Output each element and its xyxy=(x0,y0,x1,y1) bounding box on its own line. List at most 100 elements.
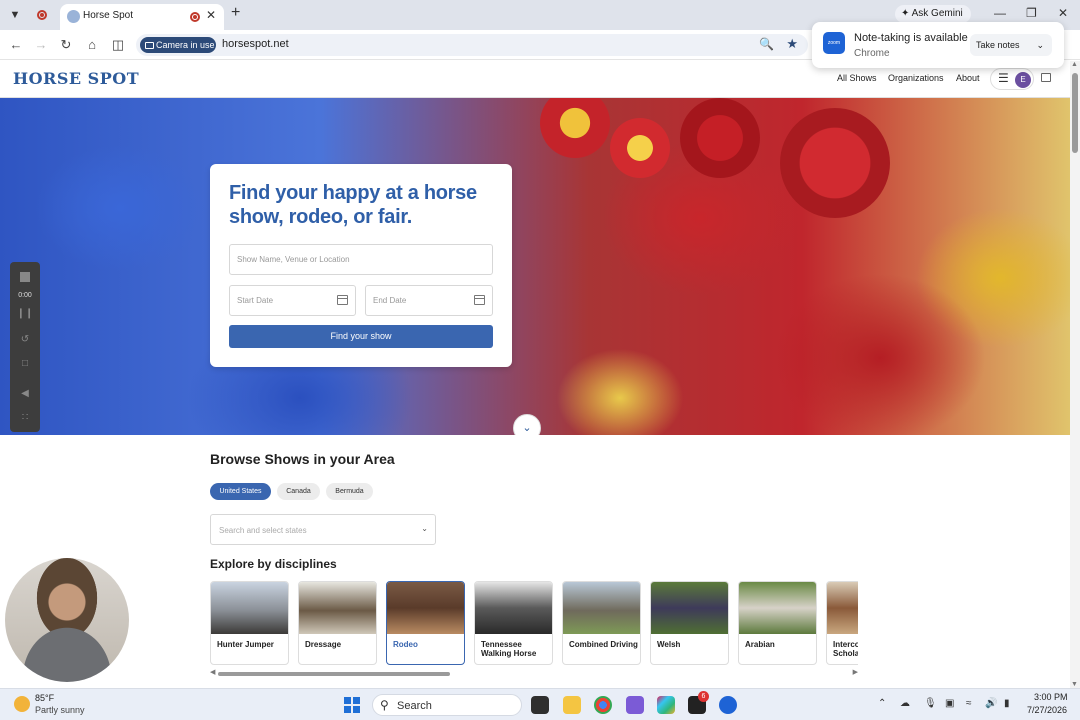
country-chip-united-states[interactable]: United States xyxy=(210,483,271,500)
recording-timer: 0:00 xyxy=(18,292,32,299)
back-icon[interactable]: ← xyxy=(8,37,24,52)
discipline-label: Rodeo xyxy=(393,640,418,649)
snipping-tool-icon[interactable] xyxy=(626,696,644,714)
bookmark-star-icon[interactable]: ★ xyxy=(786,36,798,52)
home-icon[interactable]: ⌂ xyxy=(84,37,100,52)
zoom-magnifier-icon[interactable]: 🔍 xyxy=(759,37,774,51)
discipline-photo xyxy=(211,582,288,634)
end-date-field[interactable]: End Date xyxy=(365,285,493,316)
zoom-notification-title: Note-taking is available xyxy=(854,32,968,44)
discipline-card-welsh[interactable]: Welsh xyxy=(650,581,729,665)
camera-in-use-pill[interactable]: Camera in use xyxy=(140,37,216,53)
discipline-card-tennessee-walking-horse[interactable]: Tennessee Walking Horse xyxy=(474,581,553,665)
nav-all-shows[interactable]: All Shows xyxy=(837,73,877,83)
find-your-show-button[interactable]: Find your show xyxy=(229,325,493,348)
calendar-icon[interactable] xyxy=(474,295,485,305)
take-notes-label: Take notes xyxy=(976,40,1020,50)
slack-icon[interactable] xyxy=(657,696,675,714)
take-notes-button[interactable]: Take notes ⌄ xyxy=(970,34,1052,56)
discipline-label: Welsh xyxy=(657,640,681,649)
site-favicon-icon xyxy=(67,10,80,23)
windows-start-icon[interactable] xyxy=(344,697,360,713)
minimize-icon[interactable]: — xyxy=(994,6,1006,20)
hamburger-icon: ☰ xyxy=(998,71,1009,85)
start-date-field[interactable]: Start Date xyxy=(229,285,356,316)
weather-temperature[interactable]: 85°F xyxy=(35,693,54,703)
volume-icon[interactable]: 🔊 xyxy=(985,698,997,709)
webcam-overlay[interactable] xyxy=(5,558,129,682)
file-explorer-icon[interactable] xyxy=(563,696,581,714)
restore-icon[interactable]: ❐ xyxy=(1026,6,1037,20)
carousel-scroll-thumb[interactable] xyxy=(218,672,450,676)
discipline-label: Combined Driving xyxy=(569,640,638,649)
page-scroll-thumb[interactable] xyxy=(1072,73,1078,153)
scroll-down-icon[interactable]: ▼ xyxy=(1071,681,1078,688)
country-chip-bermuda[interactable]: Bermuda xyxy=(326,483,373,500)
discipline-card-arabian[interactable]: Arabian xyxy=(738,581,817,665)
discipline-card-hunter-jumper[interactable]: Hunter Jumper xyxy=(210,581,289,665)
page-scrollbar[interactable]: ▲ ▼ xyxy=(1070,61,1080,688)
discipline-card-rodeo[interactable]: Rodeo xyxy=(386,581,465,665)
discipline-card-dressage[interactable]: Dressage xyxy=(298,581,377,665)
microphone-icon[interactable]: 🎙 xyxy=(924,698,937,709)
zoom-notification-subtitle: Chrome xyxy=(854,48,890,59)
cloud-icon[interactable]: ☁ xyxy=(900,698,910,709)
tab-close-icon[interactable]: ✕ xyxy=(206,8,216,22)
battery-icon[interactable]: ▮ xyxy=(1004,698,1010,709)
carousel-scrollbar[interactable]: ◀ ▶ xyxy=(210,668,858,677)
url-text[interactable]: horsespot.net xyxy=(222,38,289,50)
split-view-icon[interactable]: ◫ xyxy=(110,37,126,53)
chrome-icon[interactable] xyxy=(594,696,612,714)
windows-taskbar: 85°F Partly sunny ⚲ Search 6 ⌃ ☁ 🎙 ▣ ≈ 🔊… xyxy=(0,688,1080,720)
forward-icon[interactable]: → xyxy=(33,37,49,52)
show-search-input[interactable]: Show Name, Venue or Location xyxy=(229,244,493,275)
scroll-left-icon[interactable]: ◀ xyxy=(210,668,215,676)
weather-sun-icon[interactable] xyxy=(14,696,30,712)
camera-icon[interactable]: ▣ xyxy=(945,698,954,709)
taskbar-search[interactable]: ⚲ Search xyxy=(372,694,522,716)
zoom-notification: zoom Note-taking is available Chrome Tak… xyxy=(812,22,1064,68)
tab-search-chevron-icon[interactable]: ▼ xyxy=(6,6,24,24)
explore-section-title: Explore by disciplines xyxy=(210,557,337,571)
take-notes-chevron-icon[interactable]: ⌄ xyxy=(1036,34,1044,56)
discipline-card-intercollegiate[interactable]: Intercollegiate Scholastic xyxy=(826,581,858,665)
nav-organizations[interactable]: Organizations xyxy=(888,73,944,83)
address-bar[interactable]: Camera in use horsespot.net 🔍 ★ xyxy=(136,34,808,56)
site-logo[interactable]: HORSE SPOT xyxy=(13,69,139,88)
scroll-up-icon[interactable]: ▲ xyxy=(1071,61,1078,68)
calendar-icon[interactable] xyxy=(337,295,348,305)
recording-tab-icon[interactable] xyxy=(37,10,47,20)
tab-horse-spot[interactable]: Horse Spot ✕ xyxy=(60,4,224,30)
wifi-icon[interactable]: ≈ xyxy=(966,698,972,709)
nav-about[interactable]: About xyxy=(956,73,980,83)
zoom-icon[interactable] xyxy=(719,696,737,714)
collapse-icon[interactable]: ◀ xyxy=(10,388,40,399)
clock-date[interactable]: 7/27/2026 xyxy=(1027,705,1067,715)
stop-recording-icon[interactable] xyxy=(20,272,30,282)
scroll-down-chevron-icon[interactable]: ⌄ xyxy=(513,414,541,435)
weather-description[interactable]: Partly sunny xyxy=(35,705,85,715)
show-search-card: Find your happy at a horse show, rodeo, … xyxy=(210,164,512,367)
discipline-card-combined-driving[interactable]: Combined Driving xyxy=(562,581,641,665)
tray-chevron-icon[interactable]: ⌃ xyxy=(878,698,886,709)
taskbar-search-label: Search xyxy=(397,700,432,712)
discipline-photo xyxy=(299,582,376,634)
reload-icon[interactable]: ↻ xyxy=(58,37,74,53)
scroll-right-icon[interactable]: ▶ xyxy=(853,668,858,676)
ask-gemini-button[interactable]: ✦ Ask Gemini xyxy=(895,5,971,23)
clock-time[interactable]: 3:00 PM xyxy=(1034,692,1068,702)
discipline-photo xyxy=(739,582,816,634)
state-select[interactable]: Search and select states ⌄ xyxy=(210,514,436,545)
window-close-icon[interactable]: ✕ xyxy=(1058,6,1068,20)
new-tab-icon[interactable]: + xyxy=(231,4,240,22)
tab-recording-icon xyxy=(190,12,200,22)
cart-icon[interactable] xyxy=(1041,73,1051,82)
task-view-icon[interactable] xyxy=(531,696,549,714)
country-chip-canada[interactable]: Canada xyxy=(277,483,320,500)
user-menu-button[interactable]: ☰ E xyxy=(990,68,1034,90)
drag-handle-icon[interactable]: ∷ xyxy=(10,412,40,423)
restart-icon[interactable]: ↺ xyxy=(10,334,40,345)
tab-title: Horse Spot xyxy=(83,10,134,21)
pause-icon[interactable]: ❙❙ xyxy=(10,308,40,319)
delete-icon[interactable]: □ xyxy=(10,358,40,369)
